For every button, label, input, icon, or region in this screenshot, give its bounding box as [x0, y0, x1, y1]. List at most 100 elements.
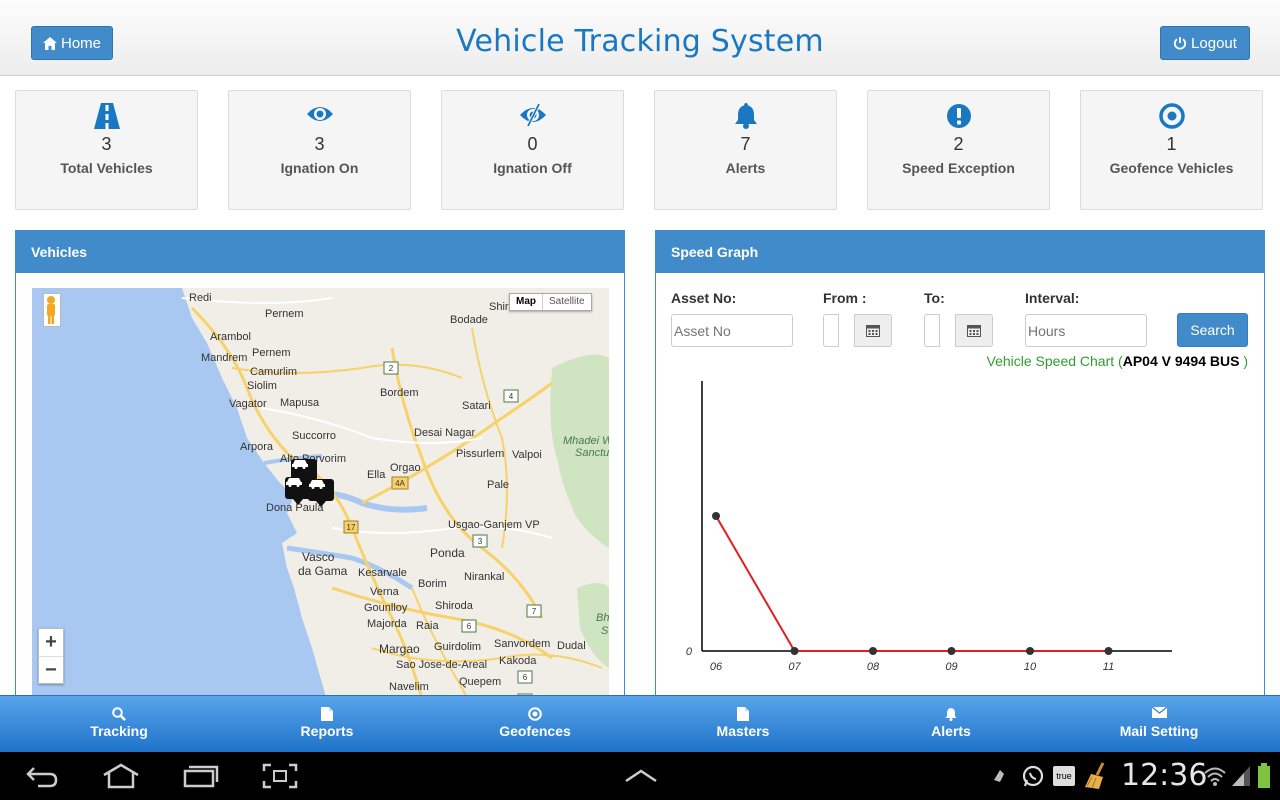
map-type-satellite-button[interactable]: Satellite [543, 294, 591, 310]
from-date-input[interactable] [823, 314, 839, 347]
from-calendar-button[interactable] [854, 314, 892, 347]
nav-tracking[interactable]: Tracking [19, 696, 219, 753]
map-place: Redi [189, 292, 212, 304]
recent-apps-button[interactable] [183, 752, 219, 800]
to-date-input[interactable] [924, 314, 940, 347]
target-icon [1158, 103, 1185, 129]
vehicles-panel-title: Vehicles [16, 231, 624, 273]
svg-text:17: 17 [347, 523, 356, 532]
home-outline-icon [103, 763, 139, 789]
map-place: S [601, 625, 609, 637]
svg-text:6: 6 [467, 622, 472, 631]
eye-icon [306, 107, 333, 121]
chart-caption-prefix: Vehicle Speed Chart ( [986, 353, 1123, 369]
x-tick-label: 07 [788, 661, 801, 673]
data-point [790, 647, 799, 655]
map-place: Succorro [292, 430, 337, 442]
vehicles-panel: Vehicles 2 4 4A 17 3 7 6 6 Redi Pernem B… [15, 230, 625, 730]
map-place: Vagator [229, 398, 267, 410]
map-place: Sao Jose-de-Areal [396, 659, 488, 671]
car-icon [309, 480, 325, 489]
data-point [947, 647, 956, 655]
stat-card-speed-exception[interactable]: 2 Speed Exception [867, 90, 1050, 210]
map-type-map-button[interactable]: Map [510, 294, 543, 310]
map-place: Kakoda [499, 655, 537, 667]
map-place: Sanvordem [494, 638, 551, 650]
map-place: Ponda [430, 546, 465, 560]
nav-masters-label: Masters [716, 723, 770, 739]
header: Home Vehicle Tracking System Logout [0, 0, 1280, 76]
map-place: Ella [367, 469, 386, 481]
map-place: Dudal [557, 640, 586, 652]
x-tick-label: 09 [945, 661, 957, 673]
stat-label: Geofence Vehicles [1109, 160, 1234, 176]
nav-geofences-label: Geofences [499, 723, 571, 739]
app-window: Home Vehicle Tracking System Logout 3 To… [0, 0, 1280, 800]
stat-card-ignition-off[interactable]: 0 Ignation Off [441, 90, 624, 210]
to-calendar-button[interactable] [955, 314, 993, 347]
chart-caption-vehicle: AP04 V 9494 BUS [1122, 353, 1240, 369]
stat-label: Alerts [725, 160, 766, 176]
map-place: Pale [487, 479, 510, 491]
page-title: Vehicle Tracking System [456, 24, 824, 59]
nav-reports[interactable]: Reports [227, 696, 427, 753]
road-icon [93, 103, 120, 129]
data-point [1104, 647, 1113, 655]
x-tick-label: 08 [867, 661, 880, 673]
home-system-button[interactable] [101, 752, 141, 800]
stat-card-total-vehicles[interactable]: 3 Total Vehicles [15, 90, 198, 210]
svg-text:3: 3 [478, 537, 483, 546]
map-place: Arambol [210, 331, 251, 343]
map-place: Bordem [380, 387, 419, 399]
map-place: da Gama [298, 564, 348, 578]
nav-alerts[interactable]: Alerts [851, 696, 1051, 753]
chevron-up-icon [625, 769, 657, 783]
asset-no-input[interactable] [671, 314, 793, 347]
bell-icon [734, 103, 757, 129]
svg-text:6: 6 [523, 673, 528, 682]
series-line [715, 515, 1109, 652]
nav-geofences[interactable]: Geofences [435, 696, 635, 753]
broom-icon [1085, 762, 1105, 789]
vehicle-marker[interactable] [308, 479, 334, 507]
stat-label: Ignation Off [493, 160, 572, 176]
interval-input[interactable] [1025, 314, 1147, 347]
menu-up-button[interactable] [624, 752, 658, 800]
nav-masters[interactable]: Masters [643, 696, 843, 753]
map-place: Navelim [389, 681, 429, 693]
nav-alerts-label: Alerts [931, 723, 971, 739]
map-place: Quepem [459, 676, 502, 688]
map-place: Camurlim [250, 366, 298, 378]
zoom-in-button[interactable]: + [39, 629, 63, 657]
power-icon [1173, 37, 1187, 50]
search-button[interactable]: Search [1177, 313, 1248, 347]
status-notification [1021, 752, 1045, 800]
screenshot-icon [262, 763, 298, 789]
speed-graph-panel: Speed Graph Asset No: From : To: Interva… [655, 230, 1265, 730]
stat-card-geofence-vehicles[interactable]: 1 Geofence Vehicles [1080, 90, 1263, 210]
status-notification [1232, 752, 1250, 800]
street-view-pegman[interactable] [43, 293, 61, 327]
recent-apps-icon [183, 765, 219, 788]
car-icon [286, 478, 302, 487]
screenshot-button[interactable] [262, 752, 298, 800]
back-button[interactable] [24, 752, 60, 800]
map-place: Verna [370, 586, 399, 598]
logout-button[interactable]: Logout [1160, 26, 1250, 60]
nav-mail-setting[interactable]: Mail Setting [1059, 696, 1259, 753]
map-place: Pernem [265, 308, 304, 320]
nav-reports-label: Reports [300, 723, 354, 739]
map-place: Valpoi [512, 449, 542, 461]
calendar-icon [866, 325, 880, 337]
stat-value: 1 [1166, 134, 1177, 154]
mail-icon [1151, 707, 1167, 718]
zoom-out-button[interactable]: − [39, 657, 63, 685]
nav-mail-setting-label: Mail Setting [1119, 723, 1199, 739]
map-place: Sanctu [575, 447, 609, 459]
data-point [869, 647, 877, 655]
stat-label: Total Vehicles [60, 160, 153, 176]
stat-card-alerts[interactable]: 7 Alerts [654, 90, 837, 210]
stat-card-ignition-on[interactable]: 3 Ignation On [228, 90, 411, 210]
stat-value: 0 [527, 134, 538, 154]
map[interactable]: 2 4 4A 17 3 7 6 6 4 9 Redi Pernem Bodade… [32, 288, 609, 718]
